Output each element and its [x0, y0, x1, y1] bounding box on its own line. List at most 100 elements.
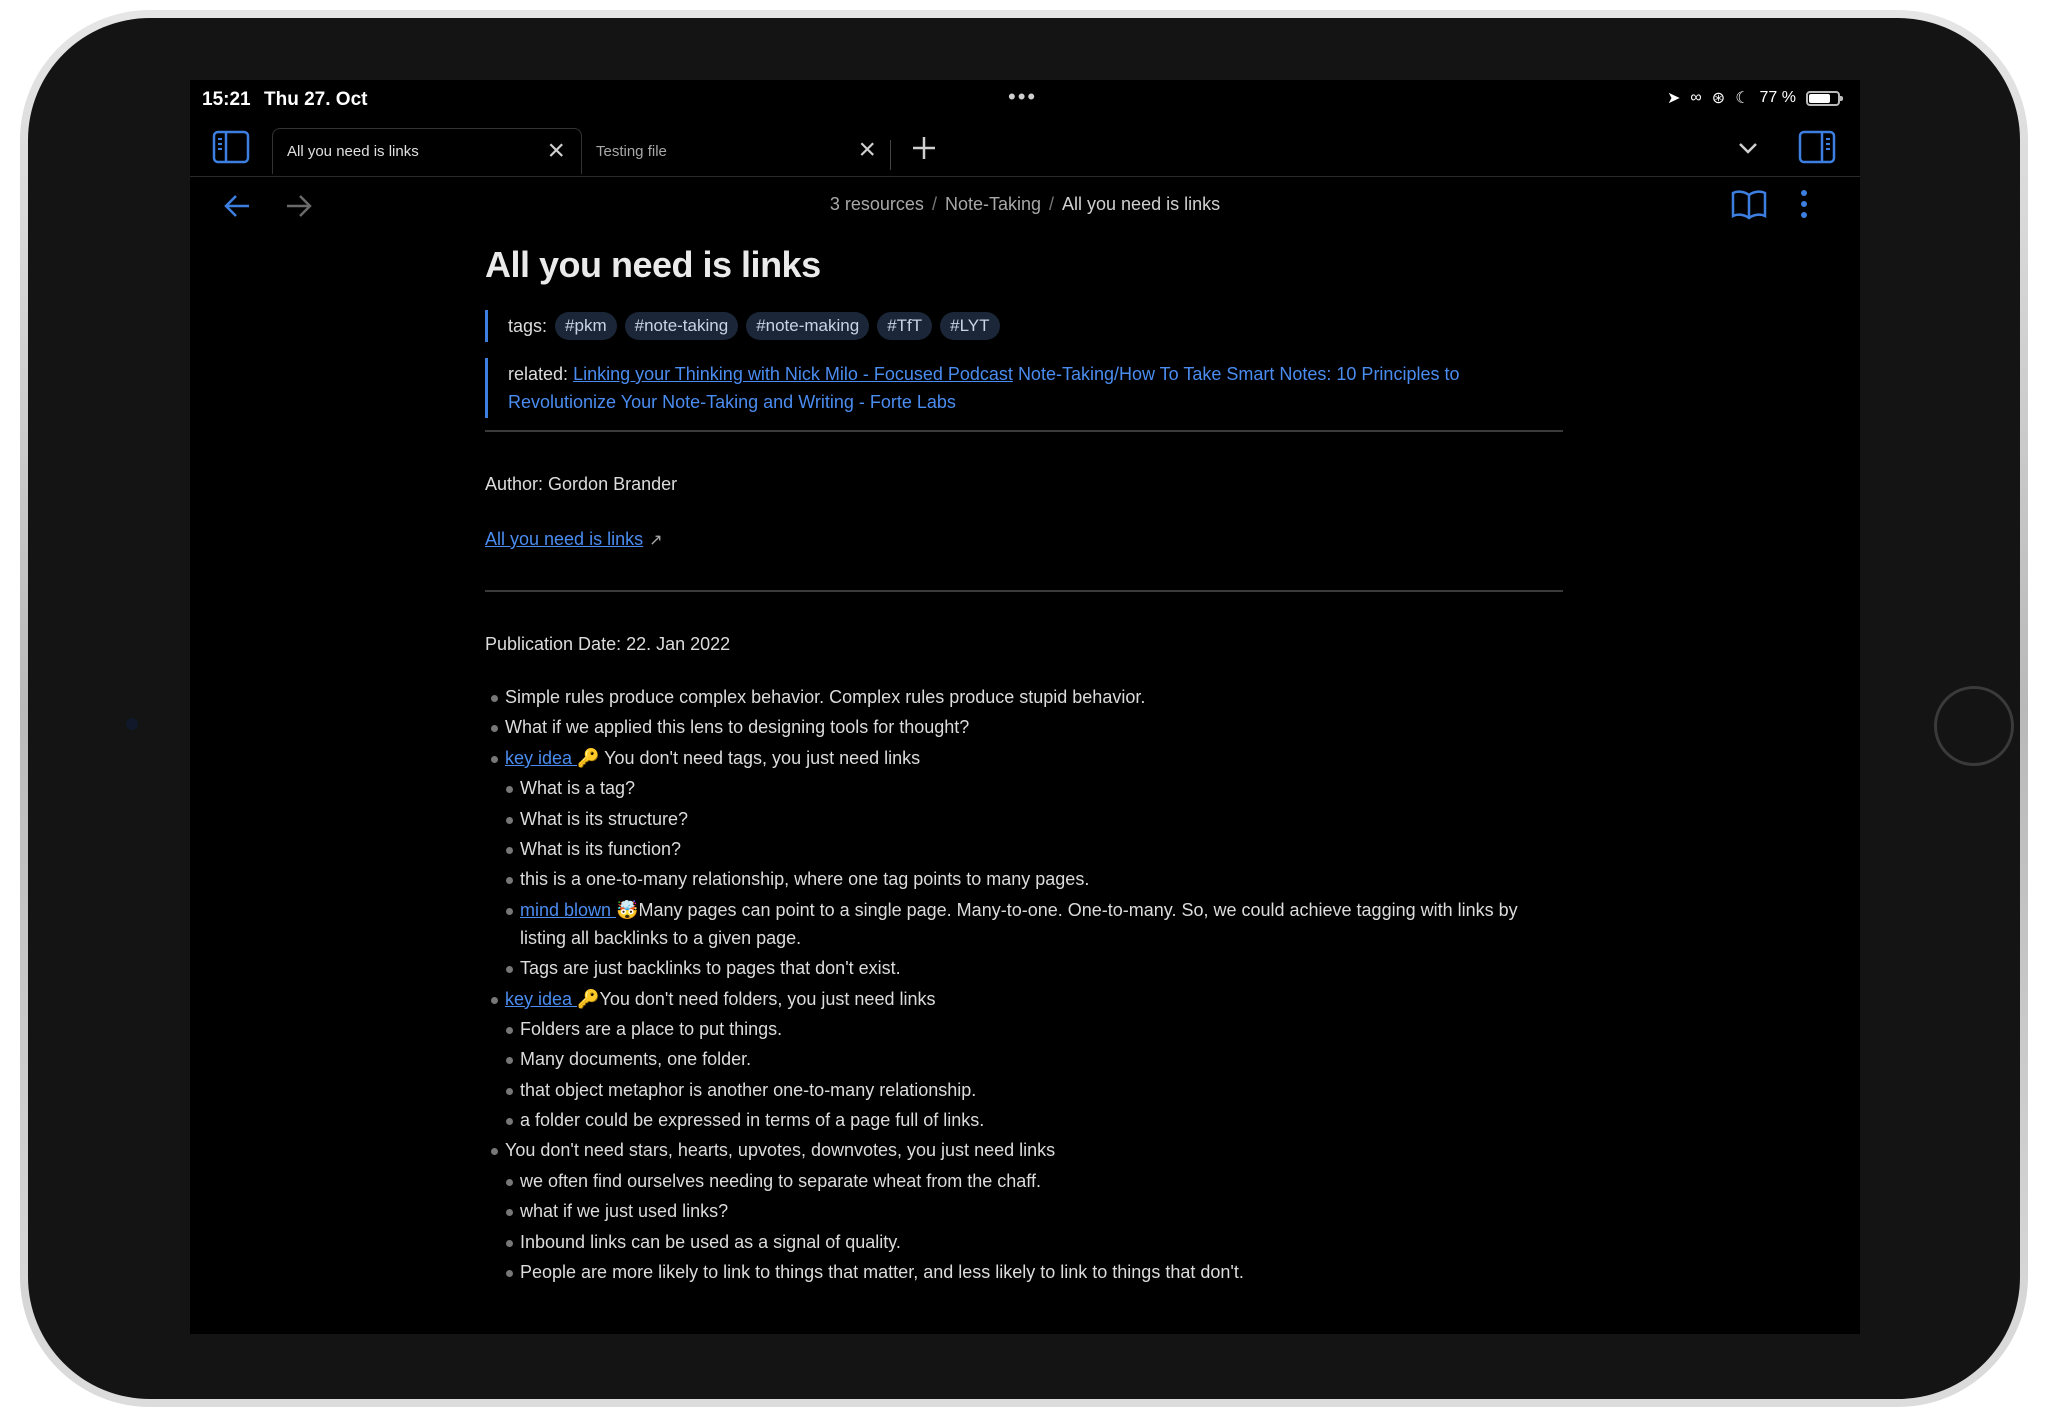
- status-bar: 15:21 Thu 27. Oct ••• ➤ ∞ ⊛ ☾ 77 %: [190, 80, 1860, 124]
- left-sidebar-icon[interactable]: [212, 130, 250, 169]
- emoji-icon: 🤯: [616, 899, 639, 920]
- inline-link[interactable]: mind blown: [520, 900, 616, 920]
- list-item-text: People are more likely to link to things…: [520, 1262, 1244, 1283]
- tag-note-making[interactable]: #note-making: [746, 312, 870, 340]
- right-sidebar-icon[interactable]: [1798, 130, 1836, 169]
- list-item-text: You don't need tags, you just need links: [599, 747, 921, 768]
- home-button[interactable]: [1934, 686, 2014, 766]
- location-icon: ➤: [1666, 90, 1681, 107]
- list-item: we often find ourselves needing to separ…: [485, 1167, 1563, 1195]
- app-screen: 15:21 Thu 27. Oct ••• ➤ ∞ ⊛ ☾ 77 % All y…: [190, 80, 1860, 1334]
- list-item: Many documents, one folder.: [485, 1045, 1563, 1073]
- tag-row: tags: #pkm #note-taking #note-making #Tf…: [508, 310, 1563, 342]
- list-item: You don't need stars, hearts, upvotes, d…: [485, 1136, 1563, 1164]
- list-item-text: that object metaphor is another one-to-m…: [520, 1079, 977, 1100]
- list-item-text: Many documents, one folder.: [520, 1049, 752, 1070]
- close-icon[interactable]: ×: [858, 132, 876, 168]
- list-item-text: What is a tag?: [520, 778, 636, 799]
- list-item-text: Inbound links can be used as a signal of…: [520, 1231, 901, 1252]
- breadcrumb-current[interactable]: All you need is links: [1062, 194, 1220, 214]
- breadcrumb-item[interactable]: Note-Taking: [945, 194, 1041, 214]
- reading-view-icon[interactable]: [1730, 188, 1768, 225]
- list-item: Folders are a place to put things.: [485, 1015, 1563, 1043]
- front-camera: [126, 718, 138, 730]
- close-icon[interactable]: ×: [547, 133, 565, 169]
- list-item: What is its function?: [485, 835, 1563, 863]
- tag-tft[interactable]: #TfT: [877, 312, 933, 340]
- more-options-icon[interactable]: [1798, 188, 1810, 225]
- tags-label: tags:: [508, 315, 548, 336]
- tab-testing-file[interactable]: Testing file ×: [582, 128, 892, 174]
- list-item: What is a tag?: [485, 774, 1563, 802]
- list-item: Tags are just backlinks to pages that do…: [485, 954, 1563, 982]
- list-item-text: a folder could be expressed in terms of …: [520, 1110, 985, 1131]
- list-item-text: what if we just used links?: [520, 1201, 729, 1222]
- related-property: related: Linking your Thinking with Nick…: [485, 358, 1563, 418]
- list-item: What if we applied this lens to designin…: [485, 713, 1563, 741]
- status-indicators: ➤ ∞ ⊛ ☾ 77 %: [1666, 88, 1843, 108]
- list-item: key idea 🔑You don't need folders, you ju…: [485, 985, 1563, 1013]
- tab-all-you-need-is-links[interactable]: All you need is links ×: [272, 128, 582, 174]
- tag-lyt[interactable]: #LYT: [940, 312, 1000, 340]
- status-time: 15:21: [202, 89, 251, 110]
- tab-bar: All you need is links × Testing file ×: [190, 124, 1860, 177]
- note-title: All you need is links: [485, 244, 821, 285]
- list-item: this is a one-to-many relationship, wher…: [485, 865, 1563, 893]
- list-item: that object metaphor is another one-to-m…: [485, 1076, 1563, 1104]
- multitasking-dots-icon[interactable]: •••: [1008, 84, 1037, 110]
- tab-label: Testing file: [596, 142, 667, 160]
- list-item-text: You don't need stars, hearts, upvotes, d…: [505, 1140, 1056, 1161]
- list-item: a folder could be expressed in terms of …: [485, 1106, 1563, 1134]
- related-label: related:: [508, 364, 569, 384]
- navigation-bar: 3 resources / Note-Taking / All you need is …: [190, 178, 1860, 230]
- link-icon: ∞: [1690, 89, 1702, 106]
- chevron-down-icon[interactable]: [1736, 138, 1760, 163]
- list-item-text: What if we applied this lens to designin…: [505, 717, 970, 738]
- external-link-row: All you need is links ↗: [485, 529, 1563, 550]
- note-content: All you need is links tags: #pkm #note-t…: [485, 230, 1563, 1288]
- breadcrumb-separator: /: [1049, 194, 1055, 214]
- inline-link[interactable]: key idea: [505, 989, 577, 1009]
- external-link[interactable]: All you need is links: [485, 529, 643, 549]
- tag-pkm[interactable]: #pkm: [555, 312, 617, 340]
- battery-icon: [1806, 90, 1843, 106]
- tag-note-taking[interactable]: #note-taking: [624, 312, 739, 340]
- battery-tip: [1840, 95, 1843, 101]
- list-item-text: Tags are just backlinks to pages that do…: [520, 958, 901, 979]
- plus-icon[interactable]: [910, 134, 938, 167]
- battery-level: [1809, 93, 1831, 103]
- list-item-text: What is its structure?: [520, 808, 689, 829]
- list-item: Inbound links can be used as a signal of…: [485, 1228, 1563, 1256]
- tags-property: tags: #pkm #note-taking #note-making #Tf…: [485, 310, 1563, 342]
- lock-rotation-icon: ⊛: [1711, 90, 1726, 107]
- list-item-text: we often find ourselves needing to separ…: [520, 1170, 1041, 1191]
- divider: [485, 590, 1563, 592]
- emoji-icon: 🔑: [577, 988, 600, 1009]
- list-item-text: You don't need folders, you just need li…: [599, 988, 936, 1009]
- bullet-list: Simple rules produce complex behavior. C…: [485, 683, 1563, 1286]
- list-item-text: What is its function?: [520, 838, 682, 859]
- inline-link[interactable]: key idea: [505, 748, 577, 768]
- breadcrumb-separator: /: [931, 194, 937, 214]
- author-line: Author: Gordon Brander: [485, 474, 678, 494]
- status-date: Thu 27. Oct: [264, 89, 368, 110]
- moon-icon: ☾: [1735, 90, 1750, 107]
- external-link-icon: ↗: [649, 532, 663, 549]
- related-link-podcast[interactable]: Linking your Thinking with Nick Milo - F…: [573, 364, 1013, 384]
- list-item: what if we just used links?: [485, 1197, 1563, 1225]
- list-item: Simple rules produce complex behavior. C…: [485, 683, 1563, 711]
- divider: [485, 430, 1563, 432]
- battery-percent: 77 %: [1759, 89, 1796, 106]
- list-item-text: Simple rules produce complex behavior. C…: [505, 687, 1146, 707]
- list-item-text: Many pages can point to a single page. M…: [520, 899, 1518, 948]
- publication-date: Publication Date: 22. Jan 2022: [485, 634, 731, 654]
- list-item-text: this is a one-to-many relationship, wher…: [520, 869, 1090, 890]
- list-item: What is its structure?: [485, 805, 1563, 833]
- tab-divider: [890, 140, 891, 170]
- list-item: key idea 🔑 You don't need tags, you just…: [485, 744, 1563, 772]
- breadcrumb-item[interactable]: 3 resources: [830, 194, 924, 214]
- list-item: People are more likely to link to things…: [485, 1258, 1563, 1286]
- emoji-icon: 🔑: [577, 747, 600, 768]
- breadcrumb: 3 resources / Note-Taking / All you need is …: [190, 194, 1860, 215]
- list-item-text: Folders are a place to put things.: [520, 1018, 783, 1039]
